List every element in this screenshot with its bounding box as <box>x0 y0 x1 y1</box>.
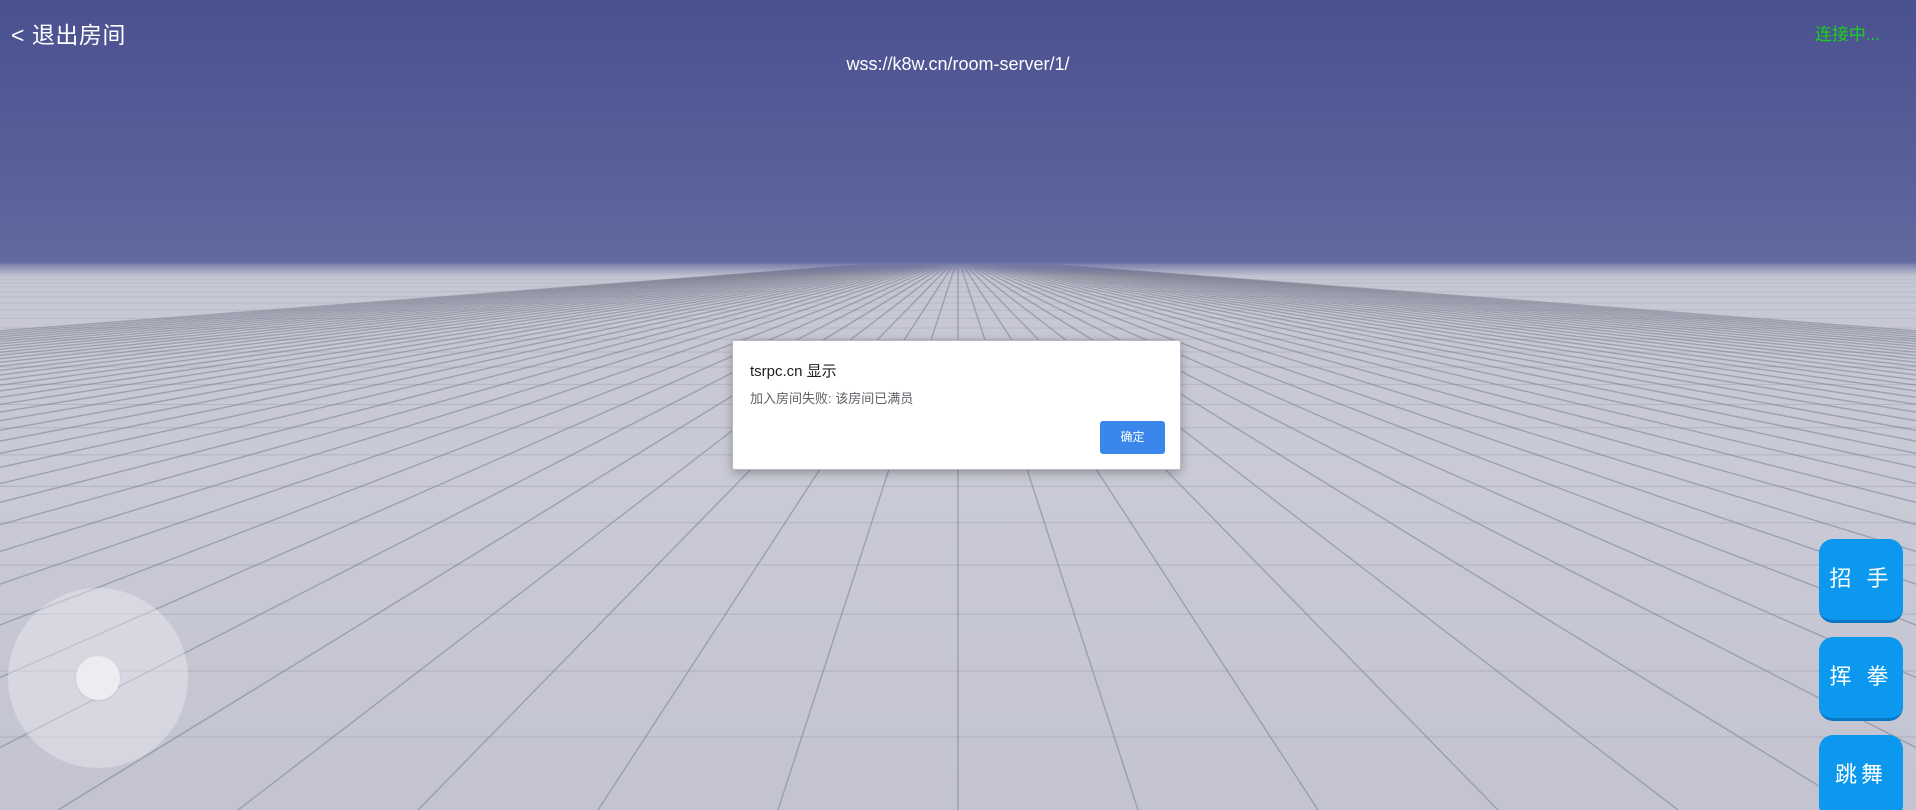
alert-dialog: tsrpc.cn 显示 加入房间失败: 该房间已满员 确定 <box>732 340 1181 470</box>
dialog-overlay: tsrpc.cn 显示 加入房间失败: 该房间已满员 确定 <box>0 0 1916 810</box>
dialog-ok-button[interactable]: 确定 <box>1100 421 1165 454</box>
dialog-title: tsrpc.cn 显示 <box>750 363 837 380</box>
dialog-message: 加入房间失败: 该房间已满员 <box>750 391 914 406</box>
